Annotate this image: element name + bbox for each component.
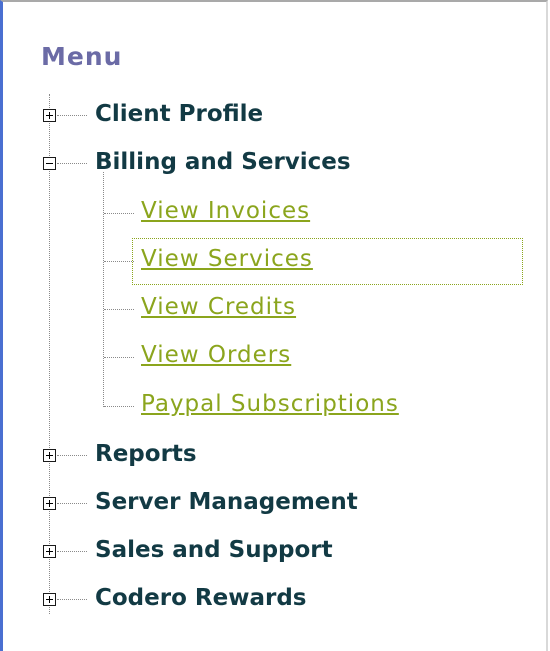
tree-connector (57, 503, 87, 504)
link-view-credits[interactable]: View Credits (141, 294, 296, 320)
link-view-orders[interactable]: View Orders (141, 342, 291, 368)
expand-icon[interactable] (43, 497, 56, 510)
expand-icon[interactable] (43, 109, 56, 122)
link-view-invoices[interactable]: View Invoices (141, 198, 310, 224)
link-paypal-subscriptions[interactable]: Paypal Subscriptions (141, 391, 399, 417)
tree-connector (57, 115, 87, 116)
tree-connector (57, 163, 87, 164)
tree-connector (104, 261, 134, 262)
tree-connector (57, 551, 87, 552)
menu-item-reports[interactable]: Reports (95, 441, 197, 467)
menu-title: Menu (41, 42, 123, 71)
tree-connector (57, 455, 87, 456)
tree-connector (104, 357, 134, 358)
tree-connector (104, 309, 134, 310)
tree-line (103, 172, 104, 407)
tree-connector (57, 599, 87, 600)
expand-icon[interactable] (43, 545, 56, 558)
menu-item-server-management[interactable]: Server Management (95, 489, 358, 515)
tree-line (49, 94, 50, 614)
menu-panel: Menu Client Profile Billing and Services… (0, 0, 548, 651)
tree-connector (104, 406, 134, 407)
menu-item-client-profile[interactable]: Client Profile (95, 101, 263, 127)
tree-connector (104, 213, 134, 214)
menu-item-sales-and-support[interactable]: Sales and Support (95, 537, 333, 563)
collapse-icon[interactable] (43, 157, 56, 170)
expand-icon[interactable] (43, 449, 56, 462)
expand-icon[interactable] (43, 593, 56, 606)
menu-item-billing-and-services[interactable]: Billing and Services (95, 149, 351, 175)
menu-item-codero-rewards[interactable]: Codero Rewards (95, 585, 306, 611)
link-view-services[interactable]: View Services (141, 246, 313, 272)
